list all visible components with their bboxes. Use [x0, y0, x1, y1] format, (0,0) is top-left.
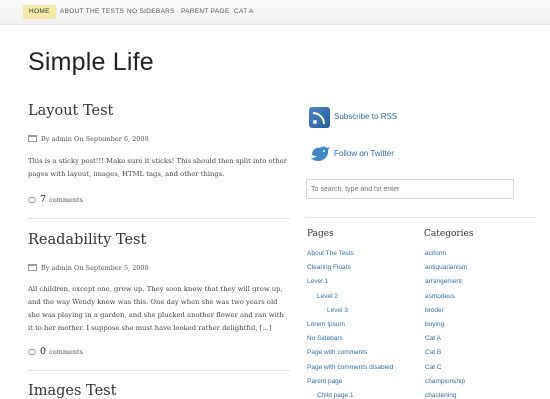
- page-link[interactable]: Level 3: [327, 307, 348, 314]
- post-excerpt: This is a sticky post!!! Make sure it st…: [28, 157, 287, 178]
- subscribe-rss-label: Subscribe to RSS: [334, 112, 398, 121]
- calendar-icon: [28, 135, 37, 142]
- page-link[interactable]: Lorem Ipsum: [307, 321, 345, 328]
- category-link[interactable]: arrangement: [425, 278, 462, 285]
- post-divider: [28, 370, 290, 371]
- site-title[interactable]: Simple Life: [28, 48, 154, 77]
- page-link[interactable]: Level 1: [307, 278, 328, 285]
- nav-home[interactable]: HOME: [23, 5, 56, 19]
- page-link[interactable]: Child page 1: [317, 392, 354, 399]
- page-link[interactable]: Level 2: [317, 293, 338, 300]
- page-link[interactable]: Parent page: [307, 378, 342, 385]
- comment-bubble-icon: [28, 197, 36, 203]
- top-navigation: HOME ABOUT THE TESTS NO SIDEBARS PARENT …: [0, 0, 550, 25]
- post-readability-test: Readability Test By admin On September 5…: [28, 232, 290, 357]
- comment-count: 0: [40, 346, 47, 357]
- post-meta: By admin On September 5, 2008: [28, 264, 149, 272]
- category-link[interactable]: aciform: [425, 250, 446, 257]
- category-link[interactable]: asmodeus: [425, 293, 455, 300]
- twitter-bird-icon: [311, 146, 330, 161]
- comment-label: comments: [49, 196, 83, 204]
- sidebar-divider: [306, 217, 536, 218]
- nav-about-the-tests[interactable]: ABOUT THE TESTS: [60, 5, 124, 19]
- post-title[interactable]: Readability Test: [28, 232, 290, 248]
- comment-label: comments: [49, 348, 83, 356]
- page-link[interactable]: No Sidebars: [307, 335, 343, 342]
- post-meta-text: By admin On September 5, 2008: [41, 264, 149, 272]
- follow-twitter-label: Follow on Twitter: [334, 149, 394, 158]
- categories-widget-title: Categories: [424, 229, 474, 239]
- nav-no-sidebars[interactable]: NO SIDEBARS: [127, 5, 175, 19]
- comment-bubble-icon: [28, 349, 36, 355]
- category-link[interactable]: Cat C: [425, 364, 442, 371]
- post-divider: [28, 218, 290, 219]
- category-link[interactable]: broder: [425, 307, 444, 314]
- pages-widget-title: Pages: [307, 229, 334, 239]
- category-link[interactable]: buying: [425, 321, 444, 328]
- search-input[interactable]: [306, 179, 514, 199]
- post-title[interactable]: Images Test: [28, 383, 290, 399]
- rss-icon: [309, 107, 330, 128]
- page-link[interactable]: Clearing Floats: [307, 264, 351, 271]
- calendar-icon: [28, 264, 37, 271]
- category-link[interactable]: chastening: [425, 392, 456, 399]
- category-link[interactable]: antiquarianism: [425, 264, 467, 271]
- post-comments[interactable]: 7 comments: [28, 194, 83, 205]
- post-meta: By admin On September 6, 2008: [28, 135, 149, 143]
- comment-count: 7: [40, 194, 47, 205]
- post-layout-test: Layout Test By admin On September 6, 200…: [28, 103, 290, 205]
- category-link[interactable]: Cat A: [425, 335, 441, 342]
- page-link[interactable]: Page with comments: [307, 349, 367, 356]
- category-link[interactable]: Cat B: [425, 349, 441, 356]
- post-images-test: Images Test: [28, 383, 290, 399]
- post-comments[interactable]: 0 comments: [28, 346, 83, 357]
- nav-parent-page[interactable]: PARENT PAGE: [181, 5, 229, 19]
- page-link[interactable]: About The Tests: [307, 250, 354, 257]
- nav-cat-a[interactable]: CAT A: [234, 5, 254, 19]
- page-link[interactable]: Page with comments disabled: [307, 364, 393, 371]
- category-link[interactable]: championship: [425, 378, 465, 385]
- post-meta-text: By admin On September 6, 2008: [41, 135, 149, 143]
- post-title[interactable]: Layout Test: [28, 103, 290, 119]
- post-excerpt: All children, except one, grow up. They …: [28, 285, 284, 332]
